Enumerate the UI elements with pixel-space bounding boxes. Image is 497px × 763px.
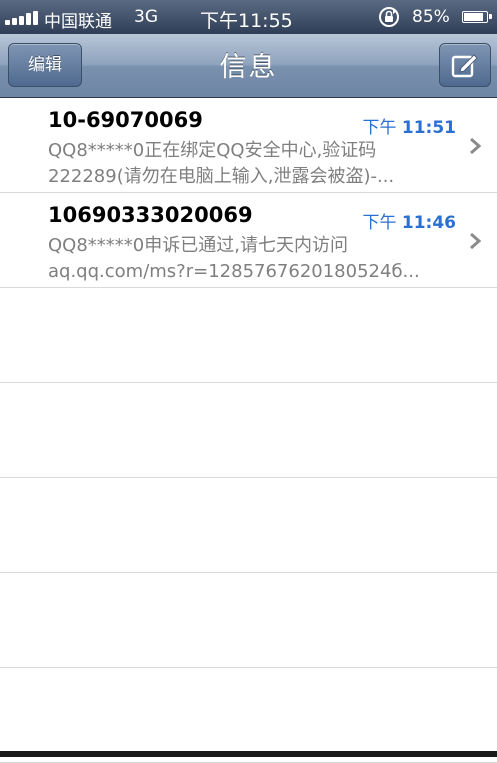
message-list: 10-69070069 下午 11:51 QQ8*****0正在绑定QQ安全中心…	[0, 98, 497, 763]
message-time: 下午 11:51	[362, 118, 456, 138]
status-bar: 中国联通 3G 下午11:55 85%	[0, 0, 497, 34]
message-time: 下午 11:46	[362, 213, 456, 233]
network-type: 3G	[134, 7, 158, 27]
empty-row	[0, 478, 497, 573]
battery-icon	[462, 11, 492, 23]
message-sender: 10-69070069	[48, 108, 203, 132]
message-preview: QQ8*****0正在绑定QQ安全中心,验证码 222289(请勿在电脑上输入,…	[48, 140, 395, 187]
battery-percentage: 85%	[412, 7, 450, 27]
compose-button[interactable]	[439, 43, 491, 87]
status-time: 下午11:55	[200, 10, 293, 32]
empty-row	[0, 383, 497, 478]
empty-row	[0, 668, 497, 763]
page-title: 信息	[219, 52, 278, 83]
empty-row	[0, 573, 497, 668]
message-preview: QQ8*****0申诉已通过,请七天内访问 aq.qq.com/ms?r=128…	[48, 235, 420, 282]
bottom-edge	[0, 751, 497, 757]
message-sender: 10690333020069	[48, 203, 253, 227]
message-row[interactable]: 10-69070069 下午 11:51 QQ8*****0正在绑定QQ安全中心…	[0, 98, 497, 193]
chevron-right-icon	[470, 137, 482, 155]
empty-row	[0, 288, 497, 383]
message-row[interactable]: 10690333020069 下午 11:46 QQ8*****0申诉已通过,请…	[0, 193, 497, 288]
rotation-lock-icon	[379, 7, 399, 27]
navigation-bar: 编辑 信息	[0, 34, 497, 98]
carrier-name: 中国联通	[44, 12, 112, 32]
compose-icon	[451, 54, 478, 78]
chevron-right-icon	[470, 232, 482, 250]
